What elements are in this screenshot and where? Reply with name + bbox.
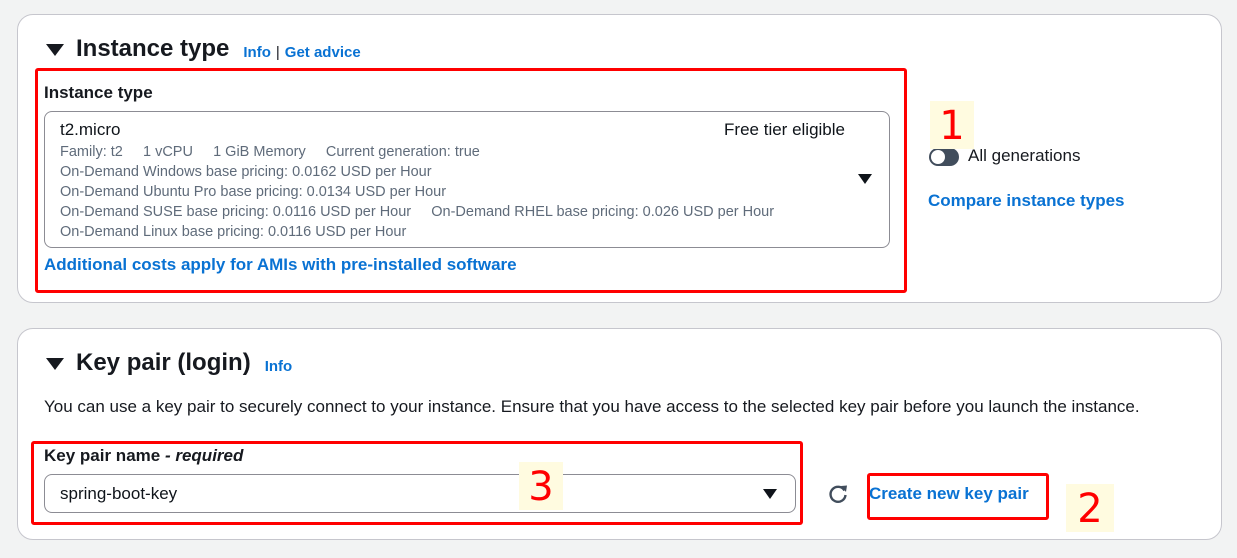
key-pair-description: You can use a key pair to securely conne… [44, 397, 1140, 416]
annotation-box-3 [31, 441, 803, 525]
section-title: Instance type [76, 35, 230, 62]
section-title: Key pair (login) [76, 349, 251, 376]
link-separator: | [275, 43, 280, 61]
annotation-number-3: 3 [519, 462, 563, 510]
all-generations-label: All generations [968, 146, 1081, 165]
info-link[interactable]: Info [265, 358, 293, 375]
annotation-number-1: 1 [930, 101, 974, 149]
refresh-icon[interactable] [827, 483, 849, 505]
caret-down-icon[interactable] [46, 358, 64, 370]
compare-instance-types-link[interactable]: Compare instance types [928, 191, 1125, 211]
toggle-switch-icon[interactable] [929, 148, 959, 166]
instance-type-header[interactable]: Instance type Info | Get advice [46, 35, 361, 63]
get-advice-link[interactable]: Get advice [285, 44, 361, 61]
annotation-box-1 [35, 68, 907, 293]
info-link[interactable]: Info [243, 44, 271, 61]
key-pair-header[interactable]: Key pair (login) Info [46, 349, 292, 377]
caret-down-icon[interactable] [46, 44, 64, 56]
annotation-number-2: 2 [1066, 484, 1114, 532]
annotation-box-2 [867, 473, 1049, 520]
